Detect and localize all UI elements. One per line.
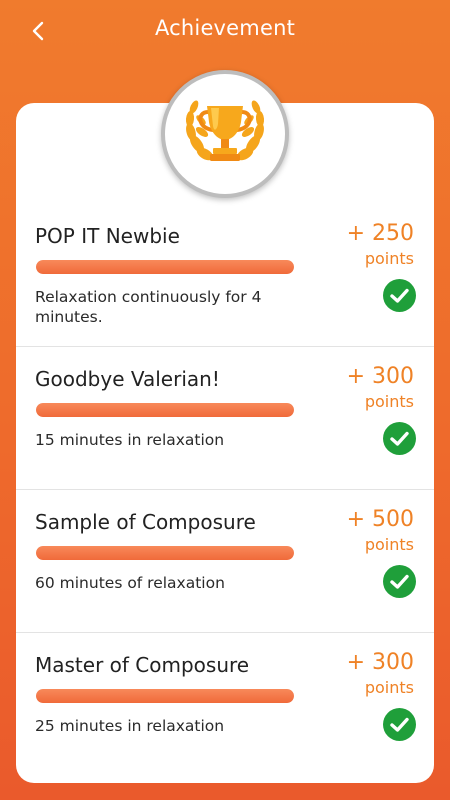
points-value: + 300 [346,650,414,675]
achievement-progress-bar [36,260,294,274]
achievement-item: Goodbye Valerian! 15 minutes in relaxati… [16,347,434,490]
check-circle-icon [383,565,416,598]
achievement-progress-bar [36,403,294,417]
points-value: + 300 [346,364,414,389]
achievement-description: 60 minutes of relaxation [35,574,225,592]
progress-fill [36,689,294,703]
achievement-item: Sample of Composure 60 minutes of relaxa… [16,490,434,633]
achievement-description: Relaxation continuously for 4 minutes. [35,288,262,326]
points-value: + 250 [346,221,414,246]
points-unit: points [364,678,414,697]
points-unit: points [364,249,414,268]
check-circle-icon [383,708,416,741]
points-unit: points [364,535,414,554]
progress-fill [36,403,294,417]
app-header: Achievement [0,0,450,62]
progress-fill [36,546,294,560]
achievement-title: Master of Composure [35,653,250,677]
achievement-title: Sample of Composure [35,510,256,534]
check-circle-icon [383,422,416,455]
achievement-list: POP IT Newbie Relaxation continuously fo… [16,204,434,776]
points-value: + 500 [346,507,414,532]
achievement-progress-bar [36,689,294,703]
achievement-description: 25 minutes in relaxation [35,717,225,735]
check-circle-icon [383,279,416,312]
achievement-title: POP IT Newbie [35,224,180,248]
achievement-title: Goodbye Valerian! [35,367,220,391]
trophy-laurel-icon [185,100,265,161]
achievement-description: 15 minutes in relaxation [35,431,225,449]
trophy-badge [161,70,289,198]
achievement-item: Master of Composure 25 minutes in relaxa… [16,633,434,776]
page-title: Achievement [154,16,296,40]
achievement-progress-bar [36,546,294,560]
progress-fill [36,260,294,274]
achievement-item: POP IT Newbie Relaxation continuously fo… [16,204,434,347]
points-unit: points [364,392,414,411]
